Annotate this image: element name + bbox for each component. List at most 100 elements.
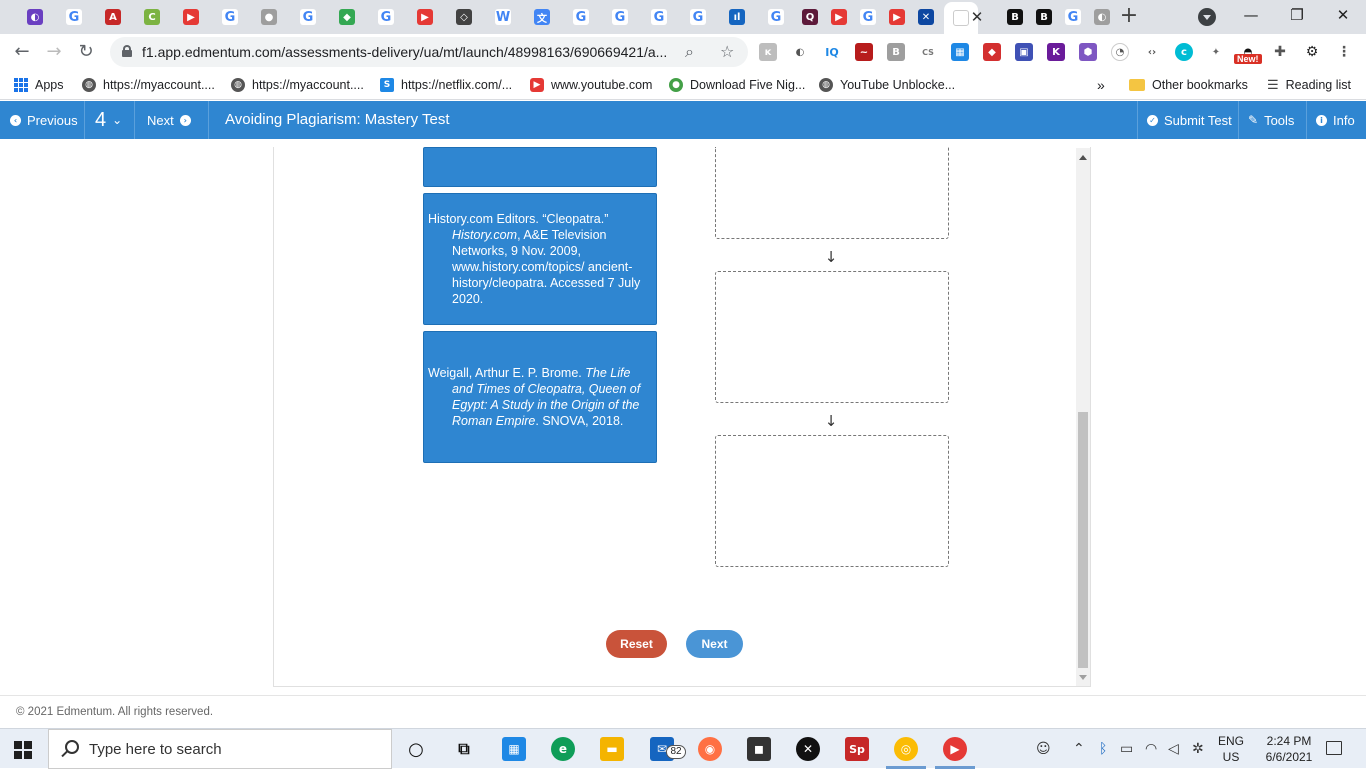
reading-list[interactable]: ☰ Reading list	[1267, 76, 1351, 94]
scrollbar-thumb[interactable]	[1078, 412, 1088, 668]
edge-icon[interactable]: e	[551, 737, 575, 761]
extension-icon[interactable]: ĸ	[759, 43, 777, 61]
browser-tab[interactable]: ıl	[720, 4, 754, 30]
xbox-icon[interactable]: ✕	[796, 737, 820, 761]
chevron-up-icon[interactable]: ⌃	[1073, 741, 1085, 757]
chrome-icon[interactable]: ◎	[894, 737, 918, 761]
next-header-button[interactable]: Next ›	[147, 101, 191, 139]
extension-code-icon[interactable]: ‹›	[1143, 43, 1161, 61]
other-bookmarks[interactable]: Other bookmarks	[1129, 76, 1248, 94]
drop-slot[interactable]	[715, 147, 949, 239]
citation-card[interactable]: Weigall, Arthur E. P. Brome. The Life an…	[423, 331, 657, 463]
back-button[interactable]: ←	[8, 38, 36, 66]
new-tab-button[interactable]: +	[1118, 5, 1140, 27]
settings-gear-icon[interactable]: ✲	[1192, 741, 1204, 757]
firefox-icon[interactable]: ◉	[698, 737, 722, 761]
browser-tab[interactable]: ◇	[447, 4, 481, 30]
extension-dropbox-icon[interactable]: ✦	[1207, 43, 1225, 61]
extension-icon[interactable]: ~	[855, 43, 873, 61]
browser-tab[interactable]: ▶	[174, 4, 208, 30]
system-clock[interactable]: 2:24 PM 6/6/2021	[1258, 733, 1320, 765]
browser-tab[interactable]: G	[681, 4, 715, 30]
browser-tab[interactable]: ▶	[408, 4, 442, 30]
extension-icon[interactable]: ⬢	[1079, 43, 1097, 61]
browser-tab[interactable]: 文	[525, 4, 559, 30]
volume-icon[interactable]: ◁	[1168, 741, 1179, 757]
info-button[interactable]: i Info	[1316, 101, 1355, 139]
citation-card[interactable]: History.com Editors. “Cleopatra.” Histor…	[423, 193, 657, 325]
extension-icon[interactable]: ◔	[1111, 43, 1129, 61]
media-player-icon[interactable]: ▶	[943, 737, 967, 761]
browser-tab[interactable]: A	[96, 4, 130, 30]
bookmark-item[interactable]: ▶ www.youtube.com	[530, 76, 652, 94]
calendar-app-icon[interactable]: ▦	[502, 737, 526, 761]
extension-iq-icon[interactable]: IQ	[823, 43, 841, 61]
reload-button[interactable]: ↻	[72, 38, 100, 66]
drop-slot[interactable]	[715, 271, 949, 403]
extension-icon[interactable]: ◆	[983, 43, 1001, 61]
browser-tab[interactable]: G	[759, 4, 793, 30]
task-view-icon[interactable]: ⧉	[452, 737, 476, 761]
app-sp-icon[interactable]: Sp	[845, 737, 869, 761]
bookmark-item[interactable]: ◍ https://myaccount....	[231, 76, 364, 94]
bluetooth-icon[interactable]: ᛒ	[1099, 741, 1107, 757]
browser-tab[interactable]: G	[642, 4, 676, 30]
drop-slot[interactable]	[715, 435, 949, 567]
cortana-icon[interactable]: ○	[404, 737, 428, 761]
browser-tab[interactable]: G	[603, 4, 637, 30]
windows-start-icon[interactable]	[14, 741, 32, 759]
browser-tab[interactable]: ●	[252, 4, 286, 30]
extension-icon[interactable]: B	[887, 43, 905, 61]
browser-tab[interactable]: ◐	[18, 4, 52, 30]
bookmark-item[interactable]: ◍ https://myaccount....	[82, 76, 215, 94]
next-button[interactable]: Next	[686, 630, 743, 658]
wifi-icon[interactable]: ◠	[1145, 741, 1157, 757]
notification-center-icon[interactable]	[1326, 741, 1342, 755]
reset-button[interactable]: Reset	[606, 630, 667, 658]
battery-icon[interactable]: ▭	[1120, 741, 1133, 757]
tab-search-icon[interactable]	[1198, 8, 1216, 26]
close-window-button[interactable]: ✕	[1320, 0, 1366, 30]
forward-button[interactable]: →	[40, 38, 68, 66]
zoom-icon[interactable]: ⌕	[685, 42, 694, 62]
scroll-up-arrow-icon[interactable]	[1078, 152, 1088, 162]
browser-tab[interactable]: G	[213, 4, 247, 30]
previous-button[interactable]: ‹ Previous	[10, 101, 78, 139]
bookmark-item[interactable]: ● Download Five Nig...	[669, 76, 805, 94]
extension-icon[interactable]: CS	[919, 43, 937, 61]
taskbar-search-box[interactable]: Type here to search	[48, 729, 392, 769]
menu-kebab-icon[interactable]: ⋮	[1335, 43, 1353, 61]
bookmarks-overflow-button[interactable]: »	[1097, 76, 1105, 94]
input-language[interactable]: ENG US	[1218, 733, 1244, 765]
submit-test-button[interactable]: ✓ Submit Test	[1147, 101, 1232, 139]
browser-tab[interactable]: G	[291, 4, 325, 30]
browser-tab[interactable]: C	[135, 4, 169, 30]
browser-tab[interactable]: W	[486, 4, 520, 30]
people-icon[interactable]: ☺	[1036, 741, 1051, 757]
file-explorer-icon[interactable]: ▬	[600, 737, 624, 761]
address-bar[interactable]: f1.app.edmentum.com/assessments-delivery…	[110, 37, 748, 67]
tools-button[interactable]: ✎ Tools	[1248, 101, 1294, 139]
browser-tab[interactable]: ◐	[1085, 4, 1119, 30]
store-icon[interactable]: ◼	[747, 737, 771, 761]
extension-icon[interactable]: ▣	[1015, 43, 1033, 61]
citation-card-partial[interactable]	[423, 147, 657, 187]
bookmark-item[interactable]: ◍ YouTube Unblocke...	[819, 76, 955, 94]
browser-tab[interactable]: ◆	[330, 4, 364, 30]
minimize-button[interactable]: —	[1228, 0, 1274, 30]
browser-tab[interactable]: G	[564, 4, 598, 30]
extension-icon[interactable]: ◐	[791, 43, 809, 61]
browser-tab[interactable]: G	[57, 4, 91, 30]
extension-icon[interactable]: ▦	[951, 43, 969, 61]
url-text[interactable]: f1.app.edmentum.com/assessments-delivery…	[142, 44, 667, 60]
extensions-puzzle-icon[interactable]: ✚	[1271, 43, 1289, 61]
browser-tab[interactable]: G	[369, 4, 403, 30]
scroll-down-arrow-icon[interactable]	[1078, 672, 1088, 682]
extension-icon[interactable]: K	[1047, 43, 1065, 61]
question-number-dropdown[interactable]: 4 ⌄	[95, 101, 122, 139]
restore-button[interactable]: ❐	[1274, 0, 1320, 30]
tab-close-icon[interactable]: ✕	[968, 8, 986, 26]
profile-icon[interactable]: ⚙	[1303, 43, 1321, 61]
bookmark-star-icon[interactable]: ☆	[720, 42, 734, 61]
bookmark-apps[interactable]: Apps	[14, 76, 64, 94]
